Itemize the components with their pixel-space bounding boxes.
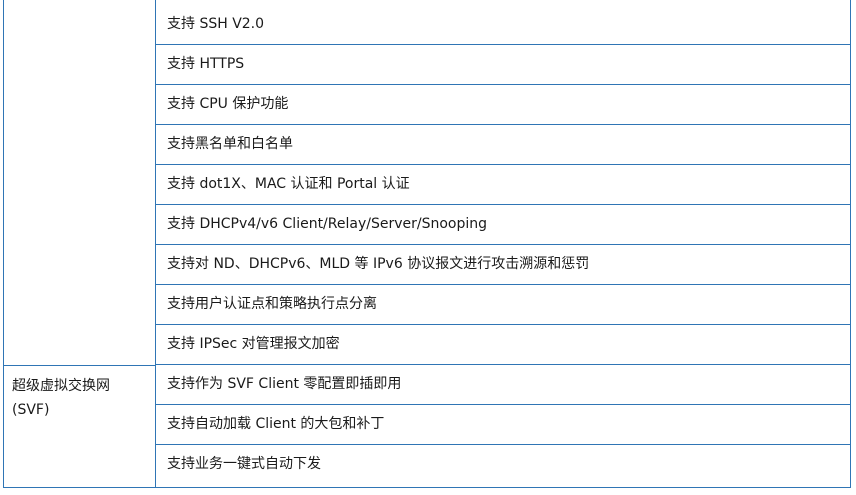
table-row: 支持 DHCPv4/v6 Client/Relay/Server/Snoopin…: [156, 205, 850, 245]
feature-column: 支持 SSH V2.0 支持 HTTPS 支持 CPU 保护功能 支持黑名单和白…: [156, 0, 850, 487]
feature-text: 支持 DHCPv4/v6 Client/Relay/Server/Snoopin…: [167, 216, 488, 232]
feature-text: 支持 HTTPS: [167, 56, 245, 72]
table-row: 支持 HTTPS: [156, 45, 850, 85]
feature-text: 支持作为 SVF Client 零配置即插即用: [167, 376, 402, 392]
feature-text: 支持 SSH V2.0: [167, 16, 265, 32]
category-divider: [4, 365, 155, 366]
table-row: 支持 SSH V2.0: [156, 5, 850, 45]
feature-table: 超级虚拟交换网 (SVF) 支持 SSH V2.0 支持 HTTPS 支持 CP…: [3, 0, 851, 488]
table-row: 支持黑名单和白名单: [156, 125, 850, 165]
feature-text: 支持对 ND、DHCPv6、MLD 等 IPv6 协议报文进行攻击溯源和惩罚: [167, 256, 590, 272]
table-row: 支持作为 SVF Client 零配置即插即用: [156, 365, 850, 405]
feature-text: 支持黑名单和白名单: [167, 136, 293, 152]
table-row: 支持自动加载 Client 的大包和补丁: [156, 405, 850, 445]
feature-text: 支持 CPU 保护功能: [167, 96, 289, 112]
table-row: 支持用户认证点和策略执行点分离: [156, 285, 850, 325]
table-row: 支持 CPU 保护功能: [156, 85, 850, 125]
table-row: 支持 dot1X、MAC 认证和 Portal 认证: [156, 165, 850, 205]
category-label-svf-line1: 超级虚拟交换网: [12, 378, 110, 394]
table-row: 支持 IPSec 对管理报文加密: [156, 325, 850, 365]
feature-text: 支持自动加载 Client 的大包和补丁: [167, 416, 385, 432]
table-row: 支持业务一键式自动下发: [156, 445, 850, 487]
feature-text: 支持业务一键式自动下发: [167, 456, 321, 472]
feature-text: 支持 dot1X、MAC 认证和 Portal 认证: [167, 176, 410, 192]
feature-text: 支持 IPSec 对管理报文加密: [167, 336, 340, 352]
table-row: 支持对 ND、DHCPv6、MLD 等 IPv6 协议报文进行攻击溯源和惩罚: [156, 245, 850, 285]
feature-text: 支持用户认证点和策略执行点分离: [167, 296, 377, 312]
category-label-svf-line2: (SVF): [12, 402, 50, 418]
category-column: 超级虚拟交换网 (SVF): [4, 0, 156, 487]
